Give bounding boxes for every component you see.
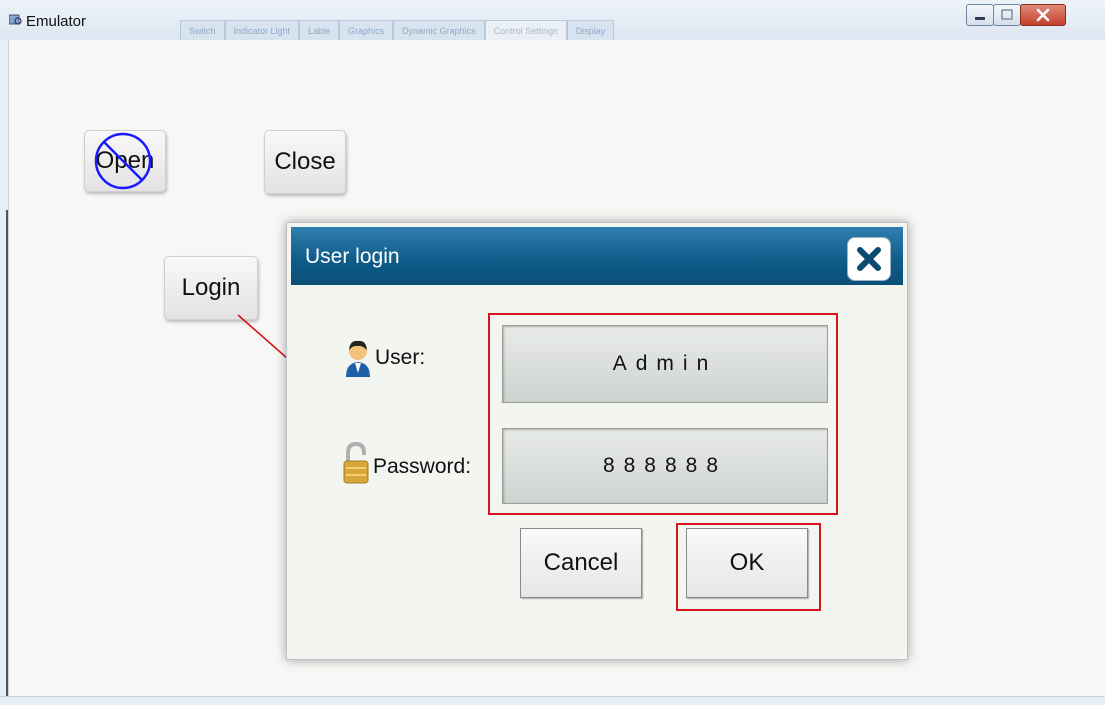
close-button-label: Close — [274, 148, 336, 175]
open-button-label: Open — [95, 147, 155, 174]
minimize-button[interactable] — [966, 4, 994, 26]
login-button[interactable]: Login — [164, 256, 258, 320]
tab-display[interactable]: Display — [566, 20, 615, 41]
tab-indicator-light[interactable]: Indicator Light — [224, 20, 300, 41]
close-icon — [1036, 8, 1050, 22]
tab-graphics[interactable]: Graphics — [339, 20, 394, 41]
cancel-button[interactable]: Cancel — [520, 528, 642, 598]
fields-highlight-box — [488, 313, 838, 515]
emulator-app-icon — [9, 14, 22, 25]
minimize-icon — [975, 17, 985, 20]
lock-icon — [343, 441, 369, 484]
password-label: Password: — [373, 455, 472, 478]
tab-strip: Switch Indicator Light Lable Graphics Dy… — [180, 20, 615, 42]
dialog-title: User login — [305, 245, 400, 268]
close-icon — [857, 247, 881, 271]
cancel-button-label: Cancel — [543, 549, 619, 576]
maximize-button[interactable] — [993, 4, 1021, 26]
window-left-border — [0, 40, 8, 704]
dialog-close-button[interactable] — [847, 237, 891, 281]
window-titlebar: Emulator Switch Indicator Light Lable Gr… — [0, 0, 1105, 42]
window-close-button[interactable] — [1020, 4, 1066, 26]
ok-highlight-box — [676, 523, 821, 611]
tab-switch[interactable]: Switch — [180, 20, 225, 41]
user-icon — [346, 340, 370, 377]
tab-lable[interactable]: Lable — [299, 20, 340, 41]
window-title: Emulator — [26, 13, 87, 30]
dialog-header: User login — [291, 227, 903, 285]
user-label: User: — [375, 346, 426, 369]
login-button-label: Login — [181, 274, 241, 301]
tab-control-settings[interactable]: Control Settings — [484, 20, 567, 41]
tab-dynamic-graphics[interactable]: Dynamic Graphics — [393, 20, 485, 41]
close-button[interactable]: Close — [264, 130, 346, 194]
maximize-icon — [1001, 9, 1013, 20]
open-button[interactable]: Open — [84, 130, 166, 192]
